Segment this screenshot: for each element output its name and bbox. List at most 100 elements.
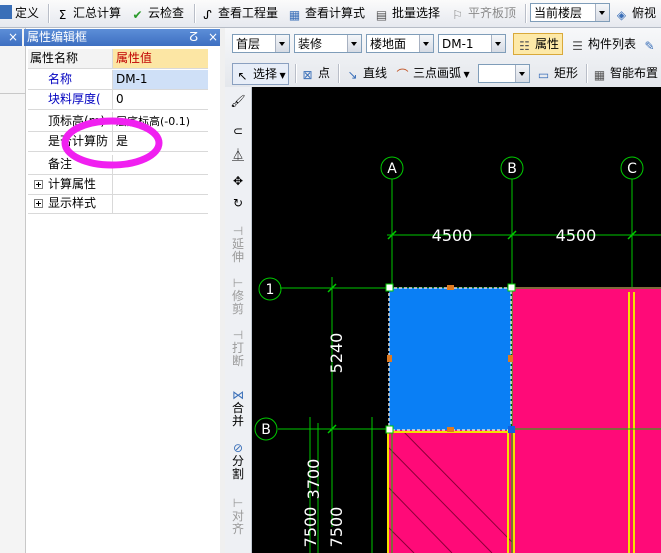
pin-icon[interactable]: ⵒ	[189, 29, 198, 46]
axis-label-y: B	[261, 422, 271, 438]
property-row[interactable]: 名称 DM-1	[28, 70, 208, 90]
smart-layout-icon: ▦	[593, 68, 606, 82]
split-tool[interactable]: ⊘ 分割	[227, 442, 249, 481]
sum-calc-button[interactable]: Σ 汇总计算	[55, 3, 121, 23]
panel-left-close-icon[interactable]: ×	[8, 29, 18, 46]
axis-label-x: B	[507, 161, 517, 177]
chevron-down-icon	[595, 4, 609, 21]
floor-slab[interactable]	[388, 430, 512, 553]
axis-label-x: C	[627, 161, 637, 177]
view-quantity-button[interactable]: ᔑ 查看工程量	[200, 3, 278, 23]
drawing-svg[interactable]: A B C 1 B 4500 4500 5240 3700 7500 7500	[252, 87, 661, 553]
break-tool[interactable]: ⊣ 打断	[227, 329, 249, 368]
view-quantity-icon: ᔑ	[203, 8, 212, 22]
arc3-button[interactable]: ⌒ 三点画弧 ▼	[395, 63, 470, 83]
property-group-row[interactable]: 显示样式	[28, 194, 208, 214]
define-button[interactable]: 定义	[0, 3, 39, 23]
line-option-select[interactable]	[478, 64, 530, 83]
batch-select-button[interactable]: ▤ 批量选择	[374, 3, 440, 23]
formula-icon: ▦	[288, 8, 301, 22]
pick-component-button[interactable]: ✎	[642, 34, 660, 54]
cloud-check-button[interactable]: ✔ 云检查	[130, 3, 184, 23]
batch-select-icon: ▤	[375, 8, 388, 22]
main-toolbar: 定义 Σ 汇总计算 ✔ 云检查 ᔑ 查看工程量 ▦ 查看计算式 ▤ 批量选择 ⚐ 平齐板顶 …	[0, 0, 661, 28]
merge-tool[interactable]: ⋈ 合并	[227, 389, 249, 428]
grid-header: 属性名称 属性值	[28, 49, 208, 69]
dimension-label: 4500	[432, 226, 473, 245]
dimension-label: 7500	[301, 507, 320, 548]
cloud-check-icon: ✔	[132, 8, 143, 22]
smart-layout-button[interactable]: ▦ 智能布置	[592, 63, 658, 83]
dimension-label: 4500	[556, 226, 597, 245]
drawing-canvas[interactable]: A B C 1 B 4500 4500 5240 3700 7500 7500	[252, 87, 661, 553]
define-icon	[0, 5, 12, 19]
cube-icon: ◈	[616, 8, 627, 22]
top-view-button[interactable]: ◈ 俯视	[614, 3, 656, 23]
rectangle-icon: ▭	[537, 68, 550, 82]
chevron-down-icon	[419, 35, 433, 52]
rect-button[interactable]: ▭ 矩形	[536, 63, 578, 83]
close-icon[interactable]: ×	[208, 29, 218, 46]
property-group-name: 计算属性	[28, 175, 113, 194]
line-button[interactable]: ↘ 直线	[345, 63, 387, 83]
panel-title-bar: 属性编辑框 ⵒ ×	[24, 29, 220, 46]
flat-board-button[interactable]: ⚐ 平齐板顶	[450, 3, 516, 23]
edit-tool-strip: 🖌 ⊂ ⏅ ✥ ↻ ⊣ 延伸 ⊢ 修剪 ⊣ 打断 ⋈ 合并 ⊘ 分割 ⊢ 对齐	[225, 87, 252, 553]
copy-icon[interactable]: ⊂	[227, 125, 249, 138]
select-button[interactable]: ↖ 选择 ▼	[232, 63, 289, 85]
sigma-icon: Σ	[58, 8, 67, 22]
split-icon: ⊘	[232, 441, 244, 455]
align-icon: ⊢	[232, 496, 244, 510]
current-floor-select[interactable]: 当前楼层	[530, 3, 610, 22]
chevron-down-icon	[515, 65, 529, 82]
point-button[interactable]: ⊠ 点	[300, 63, 330, 83]
col-value-header: 属性值	[113, 49, 208, 68]
merge-icon: ⋈	[232, 388, 244, 402]
selected-floor-slab[interactable]	[388, 287, 512, 431]
rotate-icon[interactable]: ↻	[227, 197, 249, 210]
mirror-icon[interactable]: ⏅	[227, 149, 249, 162]
flat-board-icon: ⚐	[452, 8, 463, 22]
properties-toggle-button[interactable]: ☷ 属性	[513, 33, 564, 55]
trim-icon: ⊢	[232, 276, 244, 290]
panel-left-strip	[0, 28, 26, 553]
panel-title: 属性编辑框	[27, 30, 88, 44]
align-tool[interactable]: ⊢ 对齐	[227, 497, 249, 536]
move-icon[interactable]: ✥	[227, 175, 249, 188]
point-icon: ⊠	[302, 68, 313, 82]
component-list-button[interactable]: ☰ 构件列表	[570, 34, 636, 54]
properties-icon: ☷	[519, 39, 530, 53]
property-value[interactable]: 0	[113, 90, 208, 109]
floor-slab[interactable]	[512, 287, 661, 553]
list-icon: ☰	[572, 39, 583, 53]
property-group-row[interactable]: 计算属性	[28, 175, 208, 195]
property-value[interactable]: DM-1	[113, 70, 208, 89]
chevron-down-icon	[347, 35, 361, 52]
component-type-select[interactable]: 楼地面	[366, 34, 434, 53]
floor-select[interactable]: 首层	[232, 34, 290, 53]
component-select[interactable]: DM-1	[438, 34, 506, 53]
axis-label-y: 1	[266, 282, 275, 298]
trim-tool[interactable]: ⊢ 修剪	[227, 277, 249, 316]
brush-icon[interactable]: 🖌	[227, 95, 249, 108]
property-row[interactable]: 块料厚度( 0	[28, 90, 208, 110]
extend-tool[interactable]: ⊣ 延伸	[227, 225, 249, 264]
axis-label-x: A	[387, 161, 397, 177]
dimension-label: 3700	[304, 459, 323, 500]
view-formula-button[interactable]: ▦ 查看计算式	[287, 3, 365, 23]
pick-icon: ✎	[644, 39, 655, 53]
chevron-down-icon: ▼	[461, 70, 470, 79]
highlight-ellipse	[61, 117, 163, 169]
dimension-label: 5240	[327, 333, 346, 374]
extend-icon: ⊣	[232, 224, 244, 238]
dimension-label: 7500	[327, 507, 346, 548]
property-name: 块料厚度(	[28, 90, 113, 109]
property-value	[113, 175, 208, 194]
arc-icon: ⌒	[396, 68, 409, 82]
property-name: 名称	[28, 70, 113, 89]
chevron-down-icon	[275, 35, 289, 52]
property-group-name: 显示样式	[28, 194, 113, 213]
category-select[interactable]: 装修	[294, 34, 362, 53]
property-value	[113, 194, 208, 213]
chevron-down-icon	[491, 35, 505, 52]
